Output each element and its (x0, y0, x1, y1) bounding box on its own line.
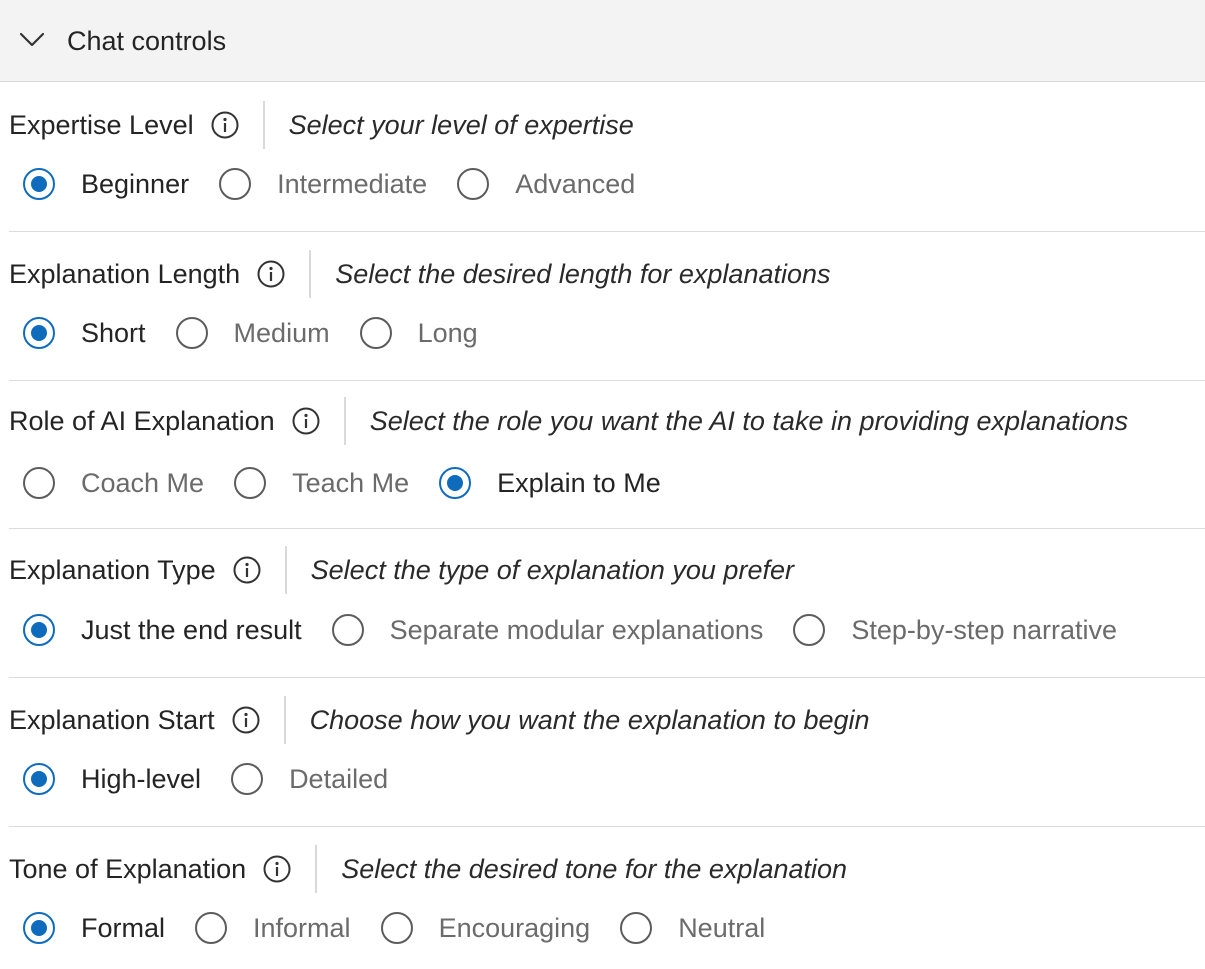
radio-option-short[interactable]: Short (23, 317, 146, 349)
tone-of-explanation-header: Tone of Explanation Select the desired to… (9, 845, 847, 893)
role-of-ai-explanation-radio-group: Coach Me Teach Me Explain to Me (23, 463, 691, 503)
tone-of-explanation-label: Tone of Explanation (9, 853, 247, 884)
radio-option-teach-me[interactable]: Teach Me (234, 467, 409, 499)
radio-label[interactable]: Detailed (289, 764, 388, 795)
tone-of-explanation-description: Select the desired tone for the explanat… (341, 853, 848, 884)
explanation-start-label: Explanation Start (9, 704, 215, 735)
divider (283, 696, 286, 744)
divider (315, 845, 318, 893)
explanation-length-description: Select the desired length for explanatio… (335, 258, 831, 289)
role-of-ai-explanation-label: Role of AI Explanation (9, 405, 275, 436)
radio-option-high-level[interactable]: High-level (23, 763, 201, 795)
radio-button[interactable] (331, 614, 364, 646)
radio-button[interactable] (359, 317, 392, 349)
explanation-type-label: Explanation Type (9, 554, 216, 585)
radio-button[interactable] (380, 912, 413, 944)
radio-button[interactable] (234, 467, 267, 499)
divider (262, 101, 265, 149)
radio-label[interactable]: Short (81, 318, 146, 349)
radio-label[interactable]: Explain to Me (497, 468, 661, 499)
explanation-type-description: Select the type of explanation you prefe… (310, 554, 794, 585)
radio-label[interactable]: Neutral (678, 913, 765, 944)
radio-label[interactable]: Formal (81, 913, 165, 944)
divider (343, 397, 346, 445)
radio-label[interactable]: Intermediate (277, 169, 427, 200)
explanation-length-label: Explanation Length (9, 258, 241, 289)
radio-button[interactable] (793, 614, 826, 646)
radio-option-just-the-end-result[interactable]: Just the end result (23, 614, 302, 646)
info-icon[interactable] (262, 854, 292, 884)
radio-option-encouraging[interactable]: Encouraging (380, 912, 591, 944)
radio-label[interactable]: Long (418, 318, 478, 349)
radio-button[interactable] (620, 912, 653, 944)
radio-option-explain-to-me[interactable]: Explain to Me (439, 467, 661, 499)
radio-label[interactable]: High-level (81, 764, 201, 795)
radio-button[interactable] (23, 912, 55, 944)
radio-label[interactable]: Teach Me (292, 468, 409, 499)
divider (309, 250, 312, 298)
radio-option-long[interactable]: Long (359, 317, 478, 349)
explanation-type-header: Explanation Type Select the type of expla… (9, 546, 794, 594)
info-icon[interactable] (210, 110, 240, 140)
radio-button[interactable] (439, 467, 472, 499)
section-separator (9, 380, 1205, 381)
explanation-type-radio-group: Just the end result Separate modular expl… (23, 610, 1147, 650)
explanation-length-radio-group: Short Medium Long (23, 313, 508, 353)
info-icon[interactable] (231, 705, 261, 735)
radio-label[interactable]: Informal (253, 913, 351, 944)
panel-title: Chat controls (67, 26, 227, 56)
expertise-level-label: Expertise Level (9, 109, 194, 140)
radio-button[interactable] (219, 168, 252, 200)
expertise-level-header: Expertise Level Select your level of expe… (9, 101, 634, 149)
radio-button[interactable] (23, 317, 55, 349)
radio-option-coach-me[interactable]: Coach Me (23, 467, 204, 499)
radio-label[interactable]: Beginner (81, 169, 189, 200)
radio-label[interactable]: Coach Me (81, 468, 204, 499)
radio-label[interactable]: Encouraging (439, 913, 591, 944)
radio-option-formal[interactable]: Formal (23, 912, 165, 944)
info-icon[interactable] (291, 406, 321, 436)
explanation-start-description: Choose how you want the explanation to b… (309, 704, 870, 735)
explanation-start-radio-group: High-level Detailed (23, 759, 418, 799)
radio-label[interactable]: Just the end result (81, 615, 302, 646)
radio-option-separate-modular-explanations[interactable]: Separate modular explanations (331, 614, 764, 646)
explanation-start-header: Explanation Start Choose how you want the… (9, 696, 870, 744)
section-separator (9, 231, 1205, 232)
info-icon[interactable] (232, 555, 262, 585)
expertise-level-radio-group: Beginner Intermediate Advanced (23, 164, 665, 204)
radio-option-informal[interactable]: Informal (195, 912, 351, 944)
radio-button[interactable] (195, 912, 228, 944)
radio-button[interactable] (23, 763, 55, 795)
radio-button[interactable] (457, 168, 490, 200)
tone-of-explanation-radio-group: Formal Informal Encouraging Neutral (23, 908, 795, 948)
radio-button[interactable] (231, 763, 264, 795)
radio-button[interactable] (23, 168, 55, 200)
chat-controls-header[interactable]: Chat controls (0, 0, 1205, 82)
chevron-down-icon[interactable] (19, 30, 45, 50)
radio-option-detailed[interactable]: Detailed (231, 763, 388, 795)
expertise-level-description: Select your level of expertise (288, 109, 634, 140)
radio-label[interactable]: Separate modular explanations (390, 615, 764, 646)
radio-option-advanced[interactable]: Advanced (457, 168, 635, 200)
section-separator (9, 826, 1205, 827)
radio-label[interactable]: Medium (234, 318, 330, 349)
radio-button[interactable] (23, 467, 55, 499)
radio-option-step-by-step-narrative[interactable]: Step-by-step narrative (793, 614, 1117, 646)
radio-option-medium[interactable]: Medium (175, 317, 330, 349)
radio-option-beginner[interactable]: Beginner (23, 168, 189, 200)
explanation-length-header: Explanation Length Select the desired len… (9, 250, 831, 298)
section-separator (9, 528, 1205, 529)
radio-label[interactable]: Advanced (515, 169, 635, 200)
radio-button[interactable] (175, 317, 208, 349)
info-icon[interactable] (256, 259, 286, 289)
section-separator (9, 677, 1205, 678)
divider (284, 546, 287, 594)
radio-label[interactable]: Step-by-step narrative (851, 615, 1117, 646)
radio-option-intermediate[interactable]: Intermediate (219, 168, 427, 200)
role-of-ai-explanation-description: Select the role you want the AI to take … (369, 405, 1129, 436)
radio-option-neutral[interactable]: Neutral (620, 912, 765, 944)
radio-button[interactable] (23, 614, 55, 646)
role-of-ai-explanation-header: Role of AI Explanation Select the role yo… (9, 397, 1128, 445)
